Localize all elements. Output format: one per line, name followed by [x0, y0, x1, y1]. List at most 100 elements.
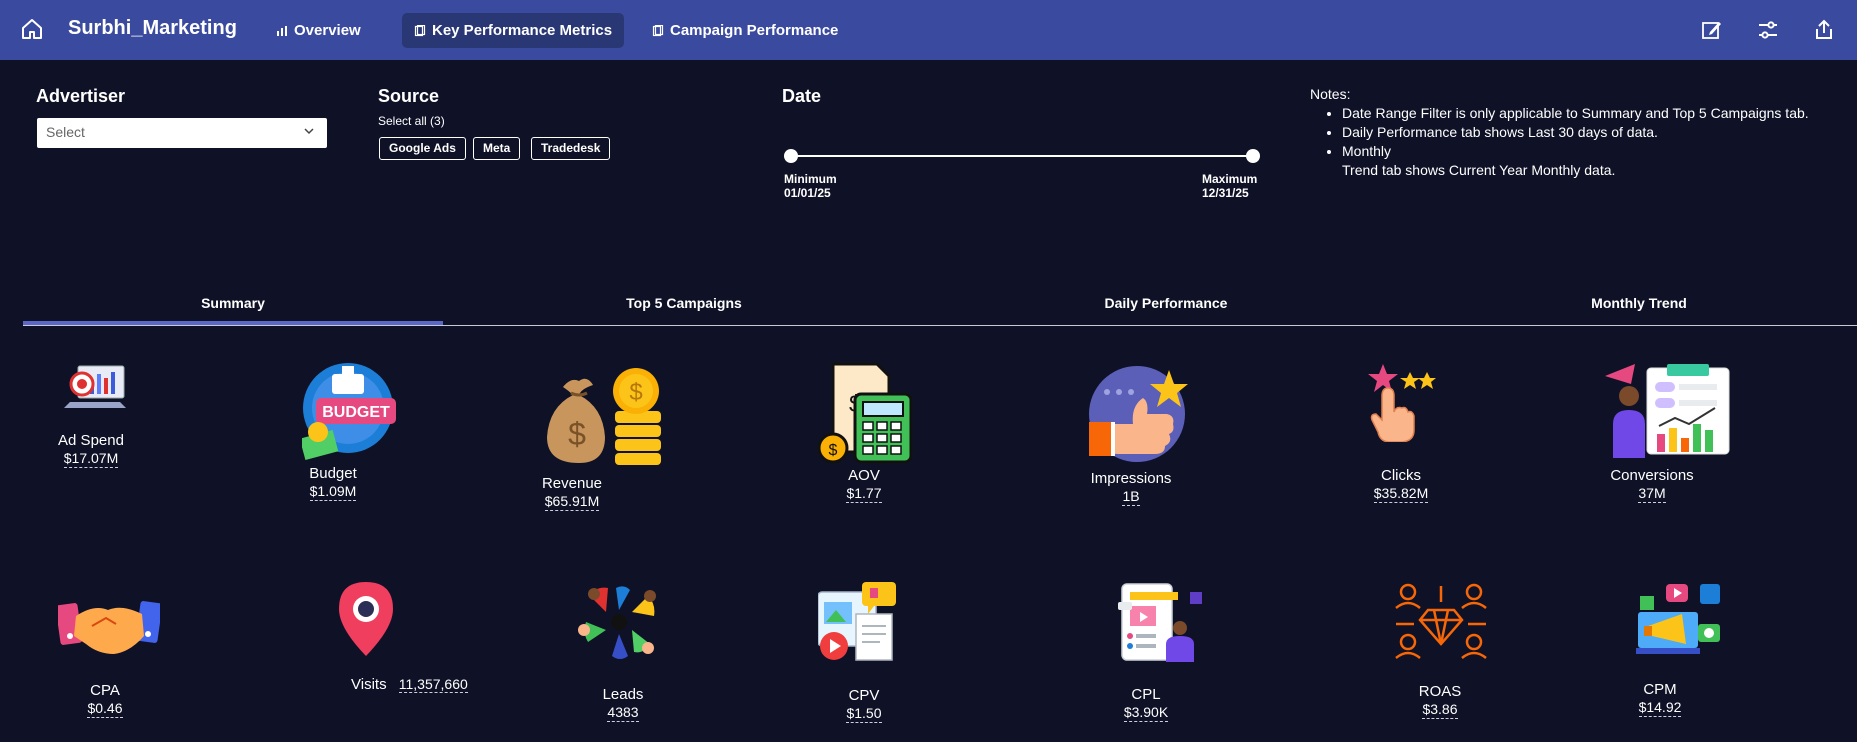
tab-monthly-trend[interactable]: Monthly Trend — [1591, 295, 1687, 311]
share-icon[interactable] — [1812, 18, 1836, 42]
aov-calculator-icon: $ $ — [817, 362, 913, 464]
tab-top-5-campaigns[interactable]: Top 5 Campaigns — [626, 295, 742, 311]
kpi-impressions-label: Impressions — [1090, 470, 1172, 487]
roas-diamond-icon — [1395, 583, 1487, 659]
note-item: Monthly Trend tab shows Current Year Mon… — [1342, 142, 1809, 180]
kpi-cpv-label: CPV — [848, 687, 880, 704]
kpi-revenue: Revenue $65.91M — [530, 475, 614, 511]
kpi-visits-label: Visits — [351, 676, 387, 693]
date-label: Date — [782, 86, 822, 106]
tab-kpm-label: Key Performance Metrics — [432, 22, 613, 39]
kpi-revenue-value[interactable]: $65.91M — [544, 493, 600, 511]
kpi-visits: Visits 11,357,660 — [351, 676, 468, 693]
date-max-label: Maximum — [1202, 172, 1258, 186]
tab-daily-performance[interactable]: Daily Performance — [1105, 295, 1228, 311]
tab-divider — [23, 325, 1857, 326]
tab-summary[interactable]: Summary — [201, 295, 265, 311]
note-item-line: Trend tab shows Current Year Monthly dat… — [1342, 162, 1616, 178]
tab-cp-label: Campaign Performance — [670, 22, 839, 39]
kpi-cpv: CPV $1.50 — [824, 687, 904, 723]
kpi-conversions-value[interactable]: 37M — [1638, 485, 1666, 503]
kpi-conversions: Conversions 37M — [1601, 467, 1703, 503]
kpi-ad-spend-label: Ad Spend — [58, 432, 124, 449]
advertiser-select[interactable]: Select — [37, 118, 327, 148]
tab-overview-label: Overview — [294, 22, 361, 39]
date-min-handle[interactable] — [784, 149, 798, 163]
kpi-clicks-label: Clicks — [1381, 467, 1421, 484]
leads-icon — [578, 586, 656, 659]
note-item-line: Monthly — [1342, 143, 1392, 159]
kpi-cpl-label: CPL — [1131, 686, 1161, 703]
tab-overview[interactable]: Overview — [264, 13, 373, 48]
kpi-roas-label: ROAS — [1418, 683, 1462, 700]
location-pin-icon — [339, 582, 393, 656]
kpi-cpl: CPL $3.90K — [1106, 686, 1186, 722]
app-title: Surbhi_Marketing — [68, 17, 237, 39]
kpi-cpa: CPA $0.46 — [64, 682, 146, 718]
svg-text:$: $ — [829, 442, 838, 459]
kpi-cpa-value[interactable]: $0.46 — [87, 700, 123, 718]
date-min-value: 01/01/25 — [784, 186, 831, 200]
tab-key-performance-metrics[interactable]: Key Performance Metrics — [402, 13, 625, 48]
top-bar: Surbhi_Marketing Overview Key Performanc… — [0, 0, 1857, 60]
date-range-slider[interactable] — [791, 155, 1253, 157]
source-chip-meta[interactable]: Meta — [473, 137, 521, 160]
advertiser-select-placeholder: Select — [46, 124, 85, 140]
kpi-cpa-label: CPA — [90, 682, 120, 699]
date-min-caption: Minimum 01/01/25 — [784, 172, 837, 200]
advertiser-label: Advertiser — [36, 86, 126, 106]
revenue-icon: $ $ — [547, 368, 661, 465]
kpi-aov-value[interactable]: $1.77 — [846, 485, 882, 503]
tab-campaign-performance[interactable]: Campaign Performance — [640, 13, 850, 48]
notes-panel: Notes: Date Range Filter is only applica… — [1310, 85, 1809, 180]
clicks-icon — [1368, 364, 1436, 442]
kpi-roas: ROAS $3.86 — [1400, 683, 1480, 719]
cpm-megaphone-icon — [1636, 584, 1720, 654]
source-chip-google-ads[interactable]: Google Ads — [379, 137, 466, 160]
kpi-impressions: Impressions 1B — [1080, 470, 1182, 506]
kpi-cpm-value[interactable]: $14.92 — [1638, 699, 1682, 717]
kpi-clicks-value[interactable]: $35.82M — [1373, 485, 1429, 503]
kpi-leads-value[interactable]: 4383 — [607, 704, 639, 722]
svg-text:$: $ — [568, 416, 586, 452]
edit-icon[interactable] — [1700, 18, 1724, 42]
kpi-cpl-value[interactable]: $3.90K — [1123, 704, 1169, 722]
kpi-cpv-value[interactable]: $1.50 — [846, 705, 882, 723]
date-max-handle[interactable] — [1246, 149, 1260, 163]
kpi-roas-value[interactable]: $3.86 — [1422, 701, 1458, 719]
kpi-aov: AOV $1.77 — [820, 467, 908, 503]
note-item: Daily Performance tab shows Last 30 days… — [1342, 123, 1809, 142]
kpi-ad-spend-value[interactable]: $17.07M — [63, 450, 119, 468]
kpi-budget: Budget $1.09M — [283, 465, 383, 501]
notes-title: Notes: — [1310, 86, 1351, 102]
impressions-icon — [1089, 366, 1188, 462]
kpi-visits-value[interactable]: 11,357,660 — [398, 676, 468, 693]
kpi-budget-value[interactable]: $1.09M — [309, 483, 357, 501]
tab-active-indicator — [23, 321, 443, 325]
kpi-conversions-label: Conversions — [1610, 467, 1694, 484]
svg-text:BUDGET: BUDGET — [322, 404, 390, 421]
home-icon[interactable] — [20, 17, 44, 41]
kpi-cpm: CPM $14.92 — [1620, 681, 1700, 717]
cpl-social-icon — [1118, 583, 1202, 662]
bar-chart-icon — [277, 25, 287, 36]
handshake-icon — [58, 601, 160, 654]
kpi-clicks: Clicks $35.82M — [1356, 467, 1446, 503]
page-icon — [652, 24, 664, 36]
source-select-all[interactable]: Select all (3) — [378, 114, 445, 128]
date-min-label: Minimum — [784, 172, 837, 186]
kpi-aov-label: AOV — [848, 467, 880, 484]
kpi-leads-label: Leads — [602, 686, 644, 703]
svg-text:$: $ — [629, 379, 642, 406]
kpi-budget-label: Budget — [309, 465, 357, 482]
kpi-leads: Leads 4383 — [583, 686, 663, 722]
date-max-value: 12/31/25 — [1202, 186, 1249, 200]
kpi-impressions-value[interactable]: 1B — [1122, 488, 1140, 506]
ad-spend-icon — [64, 365, 126, 408]
kpi-cpm-label: CPM — [1643, 681, 1677, 698]
conversions-icon — [1605, 364, 1730, 458]
budget-icon: BUDGET — [302, 363, 396, 461]
source-chip-tradedesk[interactable]: Tradedesk — [531, 137, 611, 160]
filter-settings-icon[interactable] — [1756, 18, 1780, 42]
kpi-revenue-label: Revenue — [541, 475, 603, 492]
